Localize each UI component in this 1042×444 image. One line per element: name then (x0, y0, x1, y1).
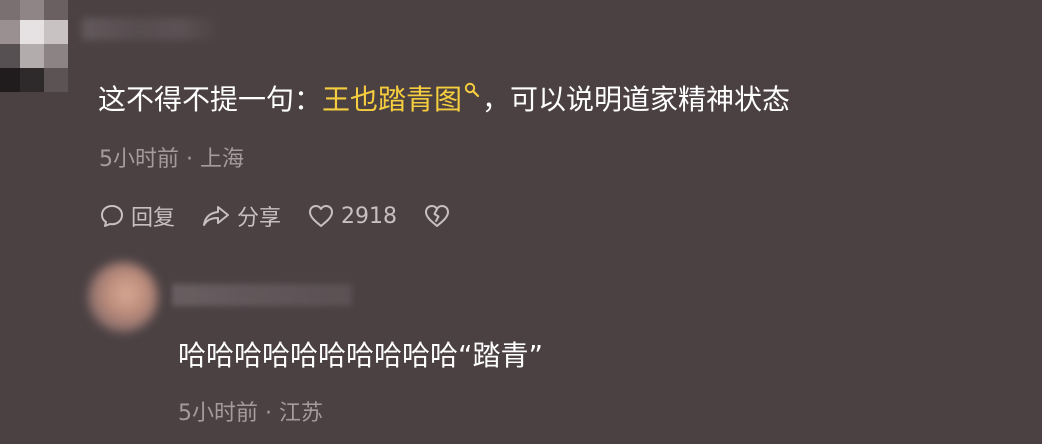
share-label: 分享 (237, 206, 282, 231)
like-button[interactable]: 2918 (307, 203, 397, 229)
avatar-pixel (20, 68, 44, 92)
avatar-pixel (0, 0, 20, 20)
comment-location: 上海 (200, 147, 245, 172)
meta-separator: · (186, 147, 193, 172)
username-blurred[interactable] (82, 18, 222, 40)
like-count: 2918 (341, 203, 398, 229)
avatar[interactable] (0, 0, 70, 96)
avatar-pixel (44, 0, 68, 20)
avatar-pixel (0, 68, 20, 92)
comment-actions: 回复 分享 2918 (99, 198, 483, 234)
comment-text-before: 这不得不提一句： (98, 83, 323, 116)
comment-text-after: ，可以说明道家精神状态 (482, 83, 791, 116)
meta-separator: · (265, 401, 272, 426)
reply-avatar[interactable] (88, 262, 158, 332)
avatar-pixel (20, 0, 44, 20)
reply-location: 江苏 (279, 401, 324, 426)
share-button[interactable]: 分享 (201, 200, 281, 232)
share-icon (203, 206, 230, 226)
avatar-pixel (44, 44, 68, 68)
comment-text: 这不得不提一句：王也踏青图 ，可以说明道家精神状态 (98, 80, 790, 120)
dislike-heart-icon (425, 205, 450, 227)
avatar-pixel (20, 44, 44, 68)
avatar-pixel (0, 44, 20, 68)
comment-time: 5小时前 (99, 147, 179, 172)
dislike-button[interactable] (423, 203, 457, 229)
reply-username-blurred[interactable] (172, 284, 352, 306)
comment-icon (101, 205, 123, 227)
reply-label: 回复 (131, 206, 176, 231)
reply-text: 哈哈哈哈哈哈哈哈哈哈“踏青” (178, 339, 544, 372)
reply-button[interactable]: 回复 (99, 200, 175, 232)
heart-icon (309, 205, 334, 227)
comment-meta: 5小时前 · 上海 (99, 141, 244, 173)
reply-time: 5小时前 (178, 401, 258, 426)
avatar-pixel (44, 20, 68, 44)
avatar-pixel (44, 68, 68, 92)
search-link[interactable]: 王也踏青图 (322, 80, 482, 116)
reply-meta: 5小时前 · 江苏 (178, 395, 323, 427)
avatar-pixel (0, 20, 20, 44)
search-icon (464, 80, 482, 102)
search-link-label: 王也踏青图 (322, 83, 463, 116)
avatar-pixel (20, 20, 44, 44)
